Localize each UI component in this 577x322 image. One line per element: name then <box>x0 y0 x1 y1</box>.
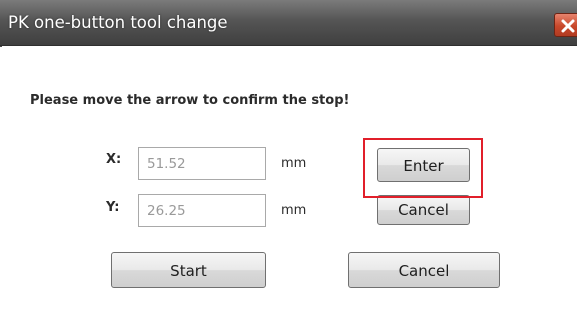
y-unit-label: mm <box>281 203 307 218</box>
x-value-field[interactable]: 51.52 <box>138 147 266 180</box>
x-label: X: <box>106 152 122 167</box>
y-value-field[interactable]: 26.25 <box>138 194 266 227</box>
cancel-button[interactable]: Cancel <box>348 252 500 288</box>
title-bar[interactable]: PK one-button tool change <box>0 0 577 46</box>
close-icon <box>561 19 575 33</box>
y-label: Y: <box>106 200 120 215</box>
close-button[interactable] <box>554 13 577 37</box>
window-title: PK one-button tool change <box>8 13 228 32</box>
cancel-stop-button-label: Cancel <box>398 201 449 219</box>
start-button[interactable]: Start <box>111 252 266 288</box>
dialog-window: PK one-button tool change Please move th… <box>0 0 577 322</box>
instruction-text: Please move the arrow to confirm the sto… <box>30 93 350 108</box>
x-unit-label: mm <box>281 156 307 171</box>
start-button-label: Start <box>170 262 207 280</box>
cancel-button-label: Cancel <box>398 262 450 280</box>
cancel-stop-button[interactable]: Cancel <box>377 195 470 225</box>
highlight-box <box>363 138 483 198</box>
